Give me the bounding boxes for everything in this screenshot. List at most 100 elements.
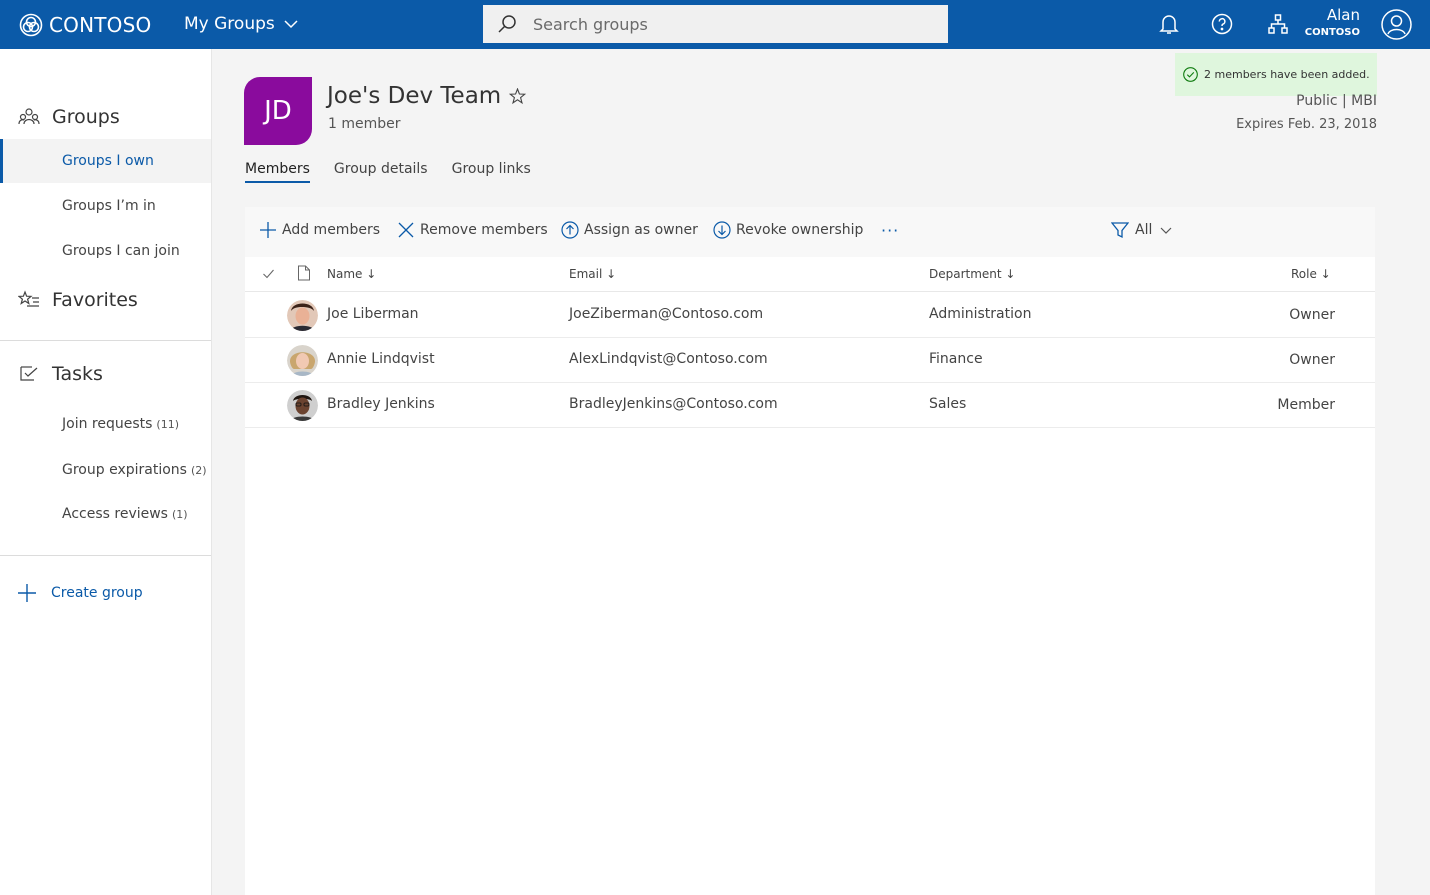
org-chart-icon	[1268, 14, 1288, 34]
search-input[interactable]	[533, 14, 913, 34]
member-name[interactable]: Joe Liberman	[327, 306, 419, 322]
close-icon	[398, 222, 414, 238]
assign-owner-button[interactable]: Assign as owner	[561, 221, 698, 239]
table-header: Name ↓ Email ↓ Department ↓ Role ↓	[245, 257, 1375, 292]
success-toast: 2 members have been added.	[1175, 53, 1377, 96]
sidebar: Groups Groups I own Groups I’m in Groups…	[0, 49, 212, 895]
count-badge: (11)	[156, 417, 180, 431]
app-switcher-label: My Groups	[184, 14, 275, 34]
member-role: Member	[1277, 397, 1335, 413]
contoso-logo-icon	[19, 13, 43, 36]
count-badge: (2)	[190, 463, 207, 477]
column-header-email[interactable]: Email ↓	[569, 267, 616, 281]
tasks-heading-label: Tasks	[52, 363, 103, 385]
remove-members-label: Remove members	[420, 222, 548, 238]
count-badge: (1)	[171, 507, 188, 521]
group-expiration: Expires Feb. 23, 2018	[1236, 117, 1377, 132]
person-avatar	[287, 300, 318, 331]
favorites-star-icon	[18, 290, 39, 307]
main-content: JD Joe's Dev Team 1 member 2 members hav…	[212, 49, 1430, 895]
tab-members[interactable]: Members	[245, 161, 310, 183]
group-visibility: Public | MBI	[1296, 93, 1377, 109]
user-avatar-icon[interactable]	[1381, 9, 1412, 40]
select-all-check-icon[interactable]	[262, 267, 275, 280]
tasks-heading[interactable]: Tasks	[18, 363, 103, 385]
top-bar: CONTOSO My Groups Alan CONTOSO	[0, 0, 1430, 49]
file-type-icon	[298, 265, 310, 281]
sidebar-item-label: Groups I own	[62, 153, 154, 169]
arrow-down-circle-icon	[713, 221, 731, 239]
bell-icon	[1159, 15, 1179, 34]
brand-logo[interactable]: CONTOSO	[19, 11, 151, 38]
table-row[interactable]: Joe Liberman JoeZiberman@Contoso.com Adm…	[245, 293, 1375, 338]
filter-dropdown[interactable]: All	[1111, 221, 1172, 239]
sidebar-item-label: Groups I can join	[62, 243, 180, 259]
groups-icon	[18, 108, 40, 125]
app-switcher[interactable]: My Groups	[184, 12, 299, 36]
favorite-star-icon[interactable]	[509, 87, 527, 105]
sidebar-divider	[0, 555, 211, 556]
sidebar-item-label: Groups I’m in	[62, 198, 156, 214]
group-title: Joe's Dev Team	[327, 83, 527, 109]
person-avatar	[287, 345, 318, 376]
tasks-icon	[20, 366, 38, 381]
chevron-down-icon	[1160, 227, 1172, 234]
member-count: 1 member	[328, 116, 401, 132]
member-role: Owner	[1289, 352, 1335, 368]
create-group-label: Create group	[51, 585, 143, 601]
group-title-text: Joe's Dev Team	[327, 83, 502, 109]
search-box[interactable]	[483, 5, 948, 43]
table-row[interactable]: Annie Lindqvist AlexLindqvist@Contoso.co…	[245, 338, 1375, 383]
filter-value: All	[1135, 222, 1153, 238]
help-icon	[1211, 13, 1233, 35]
member-name[interactable]: Annie Lindqvist	[327, 351, 435, 367]
add-members-label: Add members	[282, 222, 380, 238]
sidebar-item-join-requests[interactable]: Join requests (11)	[0, 402, 211, 446]
command-bar: Add members Remove members Assign as own…	[245, 207, 1375, 257]
tab-group-links[interactable]: Group links	[452, 161, 531, 183]
revoke-ownership-button[interactable]: Revoke ownership	[713, 221, 863, 239]
user-info[interactable]: Alan CONTOSO	[1305, 6, 1360, 40]
tab-group-details[interactable]: Group details	[334, 161, 428, 183]
favorites-heading-label: Favorites	[52, 289, 138, 311]
remove-members-button[interactable]: Remove members	[397, 221, 548, 239]
sidebar-item-groups-im-in[interactable]: Groups I’m in	[0, 184, 211, 228]
groups-heading[interactable]: Groups	[18, 106, 120, 128]
toast-message: 2 members have been added.	[1204, 68, 1370, 81]
user-name: Alan	[1326, 6, 1360, 24]
groups-heading-label: Groups	[52, 106, 120, 128]
member-email: BradleyJenkins@Contoso.com	[569, 396, 778, 412]
arrow-up-circle-icon	[561, 221, 579, 239]
sidebar-item-group-expirations[interactable]: Group expirations (2)	[0, 448, 211, 492]
member-email: AlexLindqvist@Contoso.com	[569, 351, 768, 367]
member-department: Sales	[929, 396, 967, 412]
sidebar-item-access-reviews[interactable]: Access reviews (1)	[0, 492, 211, 536]
group-tabs: Members Group details Group links	[245, 161, 555, 183]
sidebar-item-label: Join requests	[62, 416, 153, 432]
create-group-button[interactable]: Create group	[17, 583, 143, 603]
column-header-name[interactable]: Name ↓	[327, 267, 376, 281]
member-email: JoeZiberman@Contoso.com	[569, 306, 764, 322]
sidebar-item-label: Access reviews	[62, 506, 168, 522]
search-icon	[498, 15, 516, 33]
assign-owner-label: Assign as owner	[584, 222, 698, 238]
add-members-button[interactable]: Add members	[259, 221, 380, 239]
filter-icon	[1111, 222, 1129, 239]
members-panel: Add members Remove members Assign as own…	[245, 207, 1375, 895]
member-name[interactable]: Bradley Jenkins	[327, 396, 435, 412]
favorites-heading[interactable]: Favorites	[18, 289, 138, 311]
notifications-button[interactable]	[1157, 12, 1181, 36]
help-button[interactable]	[1210, 12, 1234, 36]
member-role: Owner	[1289, 307, 1335, 323]
group-tile: JD	[244, 77, 312, 145]
more-options-icon[interactable]: ···	[881, 221, 899, 240]
person-avatar	[287, 390, 318, 421]
column-header-role[interactable]: Role ↓	[1291, 267, 1331, 281]
column-header-department[interactable]: Department ↓	[929, 267, 1015, 281]
member-department: Finance	[929, 351, 983, 367]
sidebar-item-groups-i-own[interactable]: Groups I own	[0, 139, 211, 183]
sidebar-item-groups-i-can-join[interactable]: Groups I can join	[0, 229, 211, 273]
table-row[interactable]: Bradley Jenkins BradleyJenkins@Contoso.c…	[245, 383, 1375, 428]
org-chart-button[interactable]	[1266, 12, 1290, 36]
chevron-down-icon	[284, 20, 298, 29]
